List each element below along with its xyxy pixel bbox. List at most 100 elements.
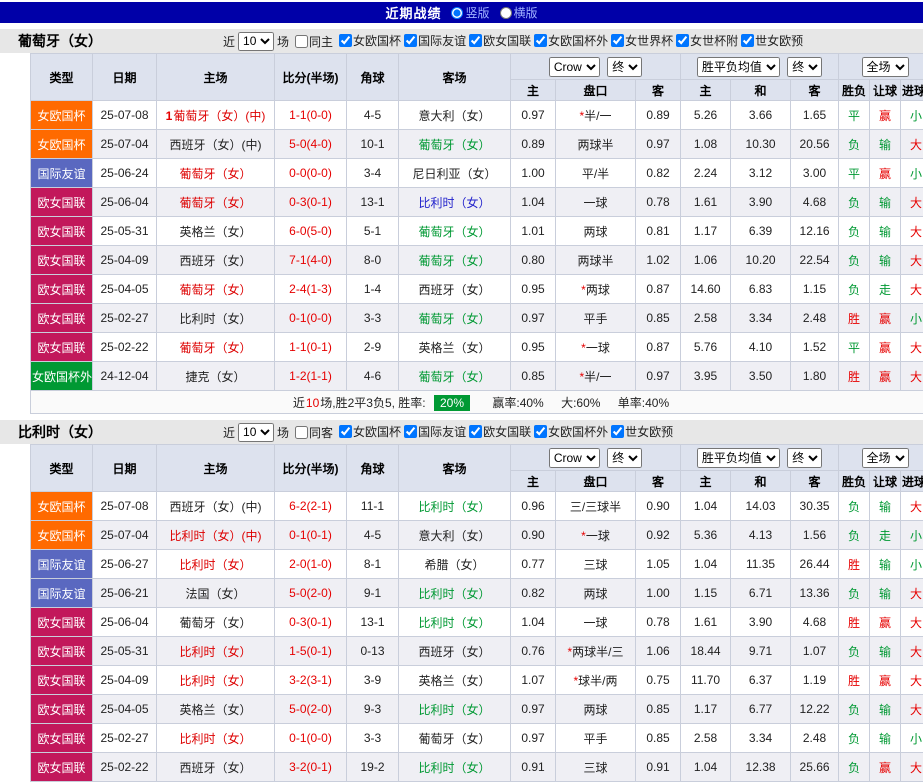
league-filter[interactable]: 女世界杯 <box>611 32 673 49</box>
same-venue-filter[interactable]: 同客 <box>295 424 333 441</box>
away-team-link[interactable]: 葡萄牙（女） <box>418 312 490 326</box>
league-checkbox[interactable] <box>611 425 624 438</box>
col-away: 客场 <box>399 54 511 101</box>
home-team-link[interactable]: 比利时（女） <box>179 558 251 572</box>
away-team-link[interactable]: 西班牙（女） <box>418 283 490 297</box>
league-filter[interactable]: 女欧国杯外 <box>534 423 608 440</box>
scope-select[interactable]: 全场 <box>862 448 909 468</box>
home-team-link[interactable]: 葡萄牙（女）(中) <box>173 109 265 123</box>
result-wdl: 负 <box>839 275 870 304</box>
same-venue-checkbox[interactable] <box>295 35 308 48</box>
away-team-link[interactable]: 比利时（女） <box>418 587 490 601</box>
away-team-link[interactable]: 葡萄牙（女） <box>418 138 490 152</box>
avg-away-odds: 20.56 <box>791 130 839 159</box>
match-score: 1-1(0-1) <box>275 333 347 362</box>
match-type-badge: 国际友谊 <box>31 550 93 579</box>
layout-option-vertical[interactable]: 竖版 <box>451 4 489 21</box>
same-venue-filter[interactable]: 同主 <box>295 33 333 50</box>
home-team-link[interactable]: 法国（女） <box>185 587 245 601</box>
home-team-link[interactable]: 比利时（女） <box>179 674 251 688</box>
away-team-link[interactable]: 比利时（女） <box>418 500 490 514</box>
away-team-link[interactable]: 比利时（女） <box>418 703 490 717</box>
match-count-select[interactable]: 10 <box>238 32 274 51</box>
league-checkbox[interactable] <box>534 34 547 47</box>
away-team-link[interactable]: 希腊（女） <box>424 558 484 572</box>
away-team-link[interactable]: 意大利（女） <box>418 109 490 123</box>
home-team-link[interactable]: 西班牙（女） <box>179 254 251 268</box>
league-filter[interactable]: 女世杯附 <box>676 32 738 49</box>
avg-odds-select[interactable]: 胜平负均值 <box>697 448 780 468</box>
home-team-link[interactable]: 葡萄牙（女） <box>179 616 251 630</box>
home-team-link[interactable]: 比利时（女） <box>179 645 251 659</box>
away-team-link[interactable]: 英格兰（女） <box>418 341 490 355</box>
odds-source-select[interactable]: Crow <box>549 448 600 468</box>
away-team-link[interactable]: 葡萄牙（女） <box>418 732 490 746</box>
league-checkbox[interactable] <box>469 34 482 47</box>
scope-select[interactable]: 全场 <box>862 57 909 77</box>
handicap-text: 平手 <box>583 732 607 746</box>
league-filter[interactable]: 国际友谊 <box>404 423 466 440</box>
league-checkbox[interactable] <box>339 34 352 47</box>
home-team-link[interactable]: 英格兰（女） <box>179 225 251 239</box>
match-row: 欧女国联25-04-09西班牙（女）7-1(4-0)8-0葡萄牙（女）0.80两… <box>31 246 923 275</box>
league-checkbox[interactable] <box>404 425 417 438</box>
vertical-layout-radio[interactable] <box>451 7 463 19</box>
league-filter[interactable]: 国际友谊 <box>404 32 466 49</box>
home-team-link[interactable]: 葡萄牙（女） <box>179 196 251 210</box>
league-checkbox[interactable] <box>741 34 754 47</box>
away-team-link[interactable]: 葡萄牙（女） <box>418 225 490 239</box>
home-team-link[interactable]: 西班牙（女）(中) <box>170 138 262 152</box>
league-checkbox[interactable] <box>469 425 482 438</box>
league-checkbox[interactable] <box>611 34 624 47</box>
league-filter[interactable]: 世女欧预 <box>611 423 673 440</box>
away-team-link[interactable]: 比利时（女） <box>418 616 490 630</box>
odds-final-select[interactable]: 终 <box>607 448 642 468</box>
home-team-link[interactable]: 比利时（女）(中) <box>170 529 262 543</box>
handicap-text: 一球 <box>586 529 610 543</box>
home-team-link[interactable]: 葡萄牙（女） <box>179 341 251 355</box>
league-filter[interactable]: 欧女国联 <box>469 423 531 440</box>
away-team-link[interactable]: 比利时（女） <box>418 196 490 210</box>
away-odds: 1.05 <box>636 550 681 579</box>
odds-final-select[interactable]: 终 <box>607 57 642 77</box>
league-checkbox[interactable] <box>534 425 547 438</box>
away-team-link[interactable]: 葡萄牙（女） <box>418 254 490 268</box>
league-filter[interactable]: 欧女国联 <box>469 32 531 49</box>
result-wdl: 负 <box>839 753 870 782</box>
home-team-link[interactable]: 葡萄牙（女） <box>179 283 251 297</box>
league-filter[interactable]: 女欧国杯 <box>339 423 401 440</box>
league-filter[interactable]: 世女欧预 <box>741 32 803 49</box>
league-filter[interactable]: 女欧国杯外 <box>534 32 608 49</box>
odds-source-select[interactable]: Crow <box>549 57 600 77</box>
away-team-link[interactable]: 英格兰（女） <box>418 674 490 688</box>
same-venue-checkbox[interactable] <box>295 426 308 439</box>
avg-final-select[interactable]: 终 <box>787 448 822 468</box>
home-team-link[interactable]: 比利时（女） <box>179 312 251 326</box>
league-checkbox[interactable] <box>676 34 689 47</box>
away-team-link[interactable]: 葡萄牙（女） <box>418 370 490 384</box>
home-team-link[interactable]: 西班牙（女） <box>179 761 251 775</box>
handicap-text: 两球半 <box>577 254 613 268</box>
league-checkbox[interactable] <box>404 34 417 47</box>
away-team-link[interactable]: 意大利（女） <box>418 529 490 543</box>
layout-option-horizontal[interactable]: 横版 <box>500 4 538 21</box>
home-team-link[interactable]: 捷克（女） <box>185 370 245 384</box>
home-team-link[interactable]: 西班牙（女）(中) <box>170 500 262 514</box>
avg-draw-odds: 3.34 <box>731 304 791 333</box>
avg-final-select[interactable]: 终 <box>787 57 822 77</box>
home-odds: 0.82 <box>511 579 556 608</box>
away-team-link[interactable]: 比利时（女） <box>418 761 490 775</box>
result-goals: 大 <box>901 188 923 217</box>
league-checkbox[interactable] <box>339 425 352 438</box>
match-count-select[interactable]: 10 <box>238 423 274 442</box>
match-row: 国际友谊25-06-27比利时（女）2-0(1-0)8-1希腊（女）0.77三球… <box>31 550 923 579</box>
away-team-link[interactable]: 西班牙（女） <box>418 645 490 659</box>
league-filter[interactable]: 女欧国杯 <box>339 32 401 49</box>
home-team-link[interactable]: 比利时（女） <box>179 732 251 746</box>
home-team-link[interactable]: 英格兰（女） <box>179 703 251 717</box>
avg-draw-odds: 6.71 <box>731 579 791 608</box>
avg-odds-select[interactable]: 胜平负均值 <box>697 57 780 77</box>
away-team-link[interactable]: 尼日利亚（女） <box>412 167 496 181</box>
horizontal-layout-radio[interactable] <box>500 7 512 19</box>
home-team-link[interactable]: 葡萄牙（女） <box>179 167 251 181</box>
